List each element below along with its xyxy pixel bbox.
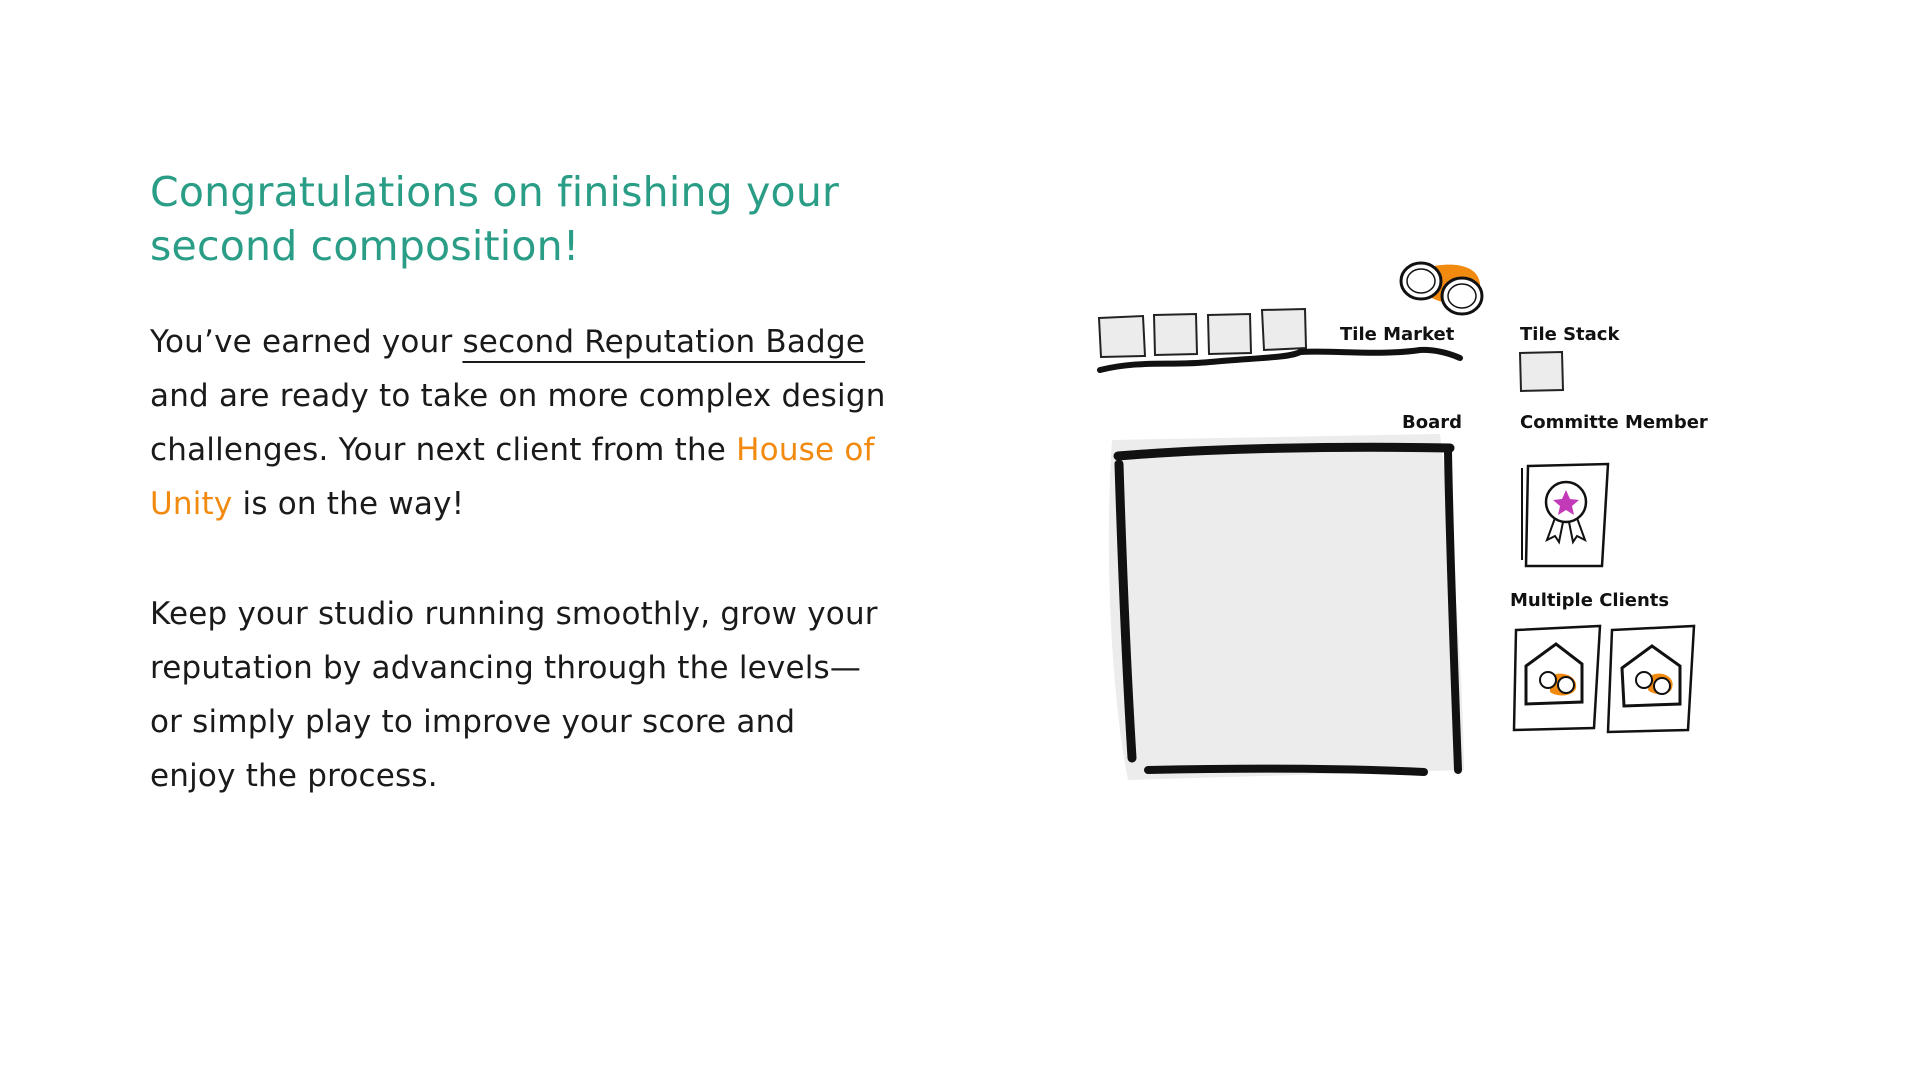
tile-stack-tile [1518, 350, 1565, 393]
para1-after: is on the way! [232, 486, 465, 522]
house-icon [1620, 644, 1682, 708]
board-area [1108, 434, 1464, 780]
tile-market-track [1097, 346, 1463, 373]
reputation-badge-link[interactable]: second Reputation Badge [462, 324, 865, 360]
intro-text: Congratulations on finishing your second… [150, 165, 890, 803]
market-tile [1260, 307, 1308, 352]
market-tile [1152, 312, 1199, 357]
market-tile [1206, 312, 1253, 356]
award-ribbon-icon [1544, 480, 1588, 545]
tile-market-label: Tile Market [1340, 324, 1455, 345]
board-label: Board [1402, 412, 1462, 433]
tile-stack-label: Tile Stack [1520, 324, 1620, 345]
market-tile [1097, 314, 1147, 359]
client-card [1512, 624, 1602, 732]
committee-member-card [1521, 462, 1610, 568]
coins-icon [1399, 261, 1484, 316]
committee-member-label: Committe Member [1520, 412, 1708, 433]
house-icon [1524, 642, 1584, 706]
reputation-paragraph: You’ve earned your second Reputation Bad… [150, 315, 890, 531]
tile-market-tiles [1097, 307, 1308, 359]
para1-before: You’ve earned your [150, 324, 463, 360]
client-card [1606, 624, 1696, 734]
studio-paragraph: Keep your studio running smoothly, grow … [150, 596, 878, 794]
congratulations-heading: Congratulations on finishing your second… [150, 168, 840, 270]
multiple-clients-label: Multiple Clients [1510, 590, 1669, 611]
